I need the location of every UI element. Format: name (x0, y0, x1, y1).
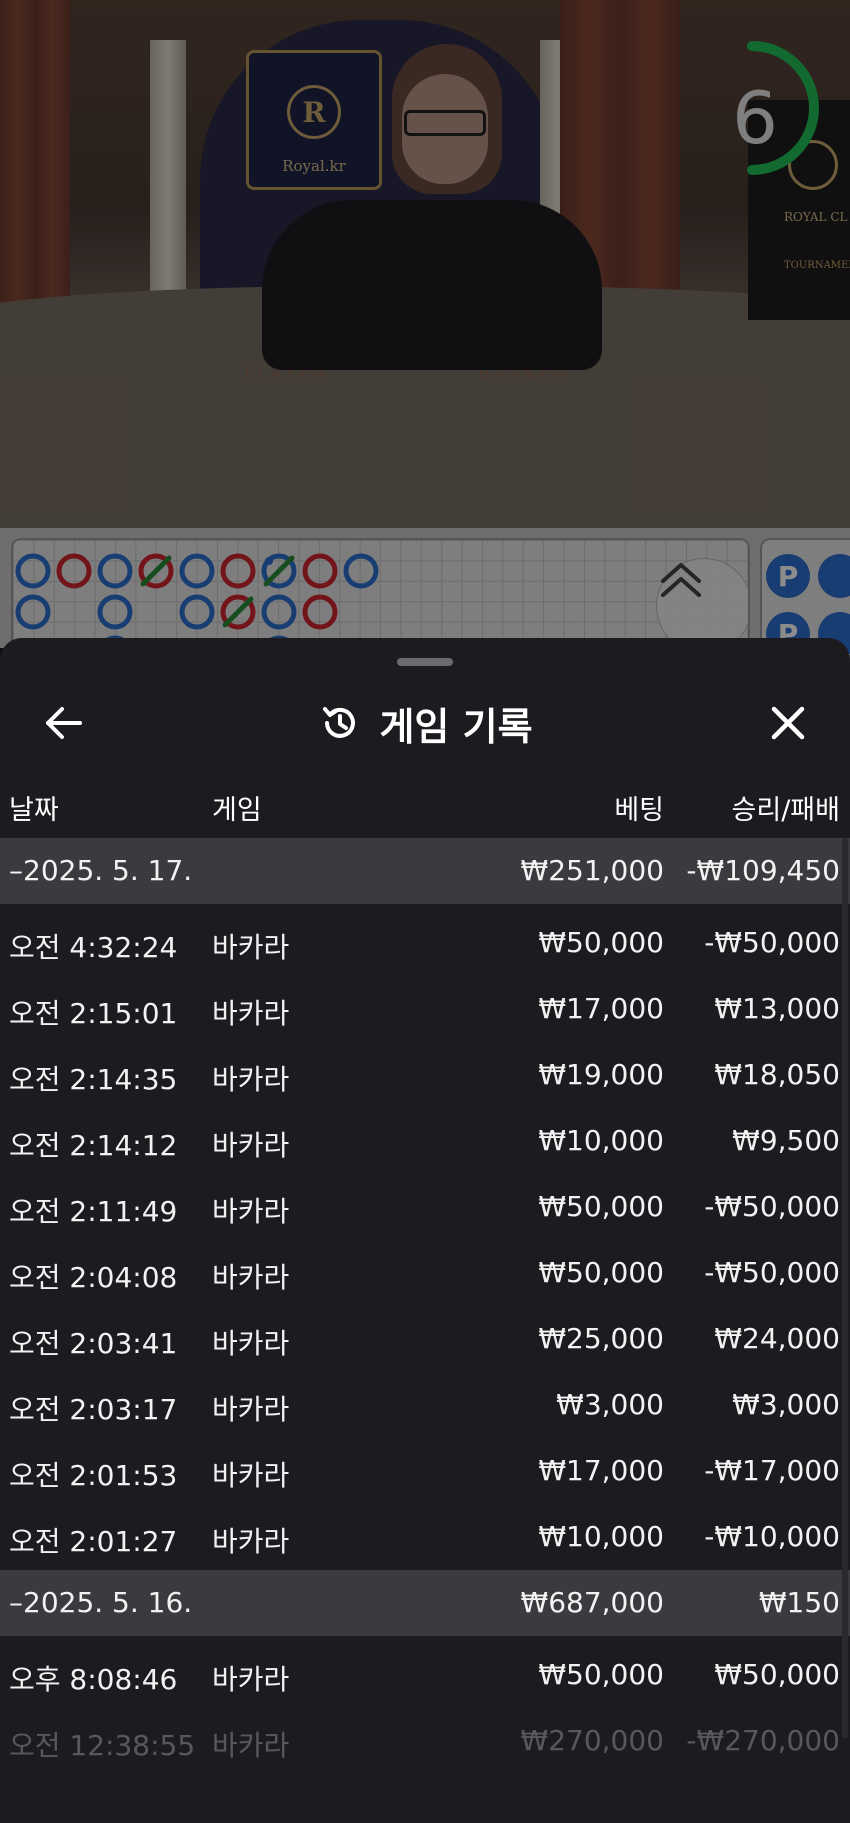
row-game: 바카라 (212, 1129, 290, 1162)
row-result: ₩13,000 (714, 992, 840, 1025)
row-result: ₩18,050 (714, 1058, 840, 1091)
row-game: 바카라 (212, 1663, 290, 1696)
game-history-sheet: 게임 기록 날짜 게임 베팅 승리/패배 –2025. 5. 17. ₩251,… (0, 638, 850, 1823)
row-game: 바카라 (212, 997, 290, 1030)
row-result: -₩270,000 (686, 1724, 840, 1757)
row-game: 바카라 (212, 1063, 290, 1096)
row-time: 오전 2:01:27 (9, 1525, 178, 1558)
table-header: 날짜 게임 베팅 승리/패배 (0, 788, 850, 838)
group-date: –2025. 5. 16. (9, 1586, 193, 1619)
history-row[interactable]: 오전 2:01:27 바카라 ₩10,000 -₩10,000 (0, 1504, 850, 1570)
back-button[interactable] (36, 700, 92, 746)
drag-handle[interactable] (397, 658, 453, 666)
row-game: 바카라 (212, 1729, 290, 1762)
history-row[interactable]: 오전 2:14:12 바카라 ₩10,000 ₩9,500 (0, 1108, 850, 1174)
row-bet: ₩17,000 (538, 992, 664, 1025)
close-button[interactable] (760, 700, 816, 746)
row-bet: ₩270,000 (520, 1724, 664, 1757)
row-time: 오전 2:15:01 (9, 997, 178, 1030)
history-list: –2025. 5. 17. ₩251,000 -₩109,450 오전 4:32… (0, 838, 850, 1774)
column-bet: 베팅 (614, 795, 664, 826)
column-date: 날짜 (9, 795, 59, 826)
row-result: -₩10,000 (704, 1520, 840, 1553)
row-result: ₩3,000 (732, 1388, 840, 1421)
modal-backdrop[interactable] (0, 0, 850, 660)
row-game: 바카라 (212, 1327, 290, 1360)
row-time: 오전 2:01:53 (9, 1459, 178, 1492)
row-bet: ₩17,000 (538, 1454, 664, 1487)
row-game: 바카라 (212, 1525, 290, 1558)
row-bet: ₩50,000 (538, 1190, 664, 1223)
history-row[interactable]: 오전 2:03:41 바카라 ₩25,000 ₩24,000 (0, 1306, 850, 1372)
group-bet-total: ₩687,000 (520, 1586, 664, 1619)
group-result-total: ₩150 (758, 1586, 840, 1619)
row-time: 오전 2:04:08 (9, 1261, 178, 1294)
row-result: ₩24,000 (714, 1322, 840, 1355)
row-bet: ₩3,000 (556, 1388, 664, 1421)
history-row[interactable]: 오전 2:01:53 바카라 ₩17,000 -₩17,000 (0, 1438, 850, 1504)
row-time: 오전 2:11:49 (9, 1195, 178, 1228)
row-result: ₩50,000 (714, 1658, 840, 1691)
history-row[interactable]: 오전 2:14:35 바카라 ₩19,000 ₩18,050 (0, 1042, 850, 1108)
row-time: 오전 4:32:24 (9, 931, 178, 964)
row-result: -₩17,000 (704, 1454, 840, 1487)
group-result-total: -₩109,450 (686, 854, 840, 887)
row-bet: ₩19,000 (538, 1058, 664, 1091)
row-bet: ₩50,000 (538, 1658, 664, 1691)
sheet-title: 게임 기록 (0, 688, 850, 758)
row-game: 바카라 (212, 931, 290, 964)
history-row[interactable]: 오전 4:32:24 바카라 ₩50,000 -₩50,000 (0, 910, 850, 976)
list-scrollbar[interactable] (842, 838, 848, 1738)
sheet-header: 게임 기록 (0, 688, 850, 758)
row-result: -₩50,000 (704, 1256, 840, 1289)
row-result: ₩9,500 (732, 1124, 840, 1157)
row-result: -₩50,000 (704, 926, 840, 959)
row-game: 바카라 (212, 1195, 290, 1228)
history-row[interactable]: 오후 8:08:46 바카라 ₩50,000 ₩50,000 (0, 1642, 850, 1708)
row-result: -₩50,000 (704, 1190, 840, 1223)
row-bet: ₩10,000 (538, 1124, 664, 1157)
row-time: 오전 12:38:55 (9, 1729, 196, 1762)
row-game: 바카라 (212, 1393, 290, 1426)
column-result: 승리/패배 (731, 795, 840, 826)
date-group-row[interactable]: –2025. 5. 16. ₩687,000 ₩150 (0, 1570, 850, 1636)
row-bet: ₩50,000 (538, 926, 664, 959)
date-group-row[interactable]: –2025. 5. 17. ₩251,000 -₩109,450 (0, 838, 850, 904)
row-bet: ₩50,000 (538, 1256, 664, 1289)
column-game: 게임 (212, 795, 262, 826)
group-bet-total: ₩251,000 (520, 854, 664, 887)
row-bet: ₩10,000 (538, 1520, 664, 1553)
history-row[interactable]: 오전 2:04:08 바카라 ₩50,000 -₩50,000 (0, 1240, 850, 1306)
history-row[interactable]: 오전 2:15:01 바카라 ₩17,000 ₩13,000 (0, 976, 850, 1042)
row-time: 오후 8:08:46 (9, 1663, 178, 1696)
row-time: 오전 2:14:35 (9, 1063, 178, 1096)
group-date: –2025. 5. 17. (9, 854, 193, 887)
row-game: 바카라 (212, 1261, 290, 1294)
row-bet: ₩25,000 (538, 1322, 664, 1355)
history-row[interactable]: 오전 12:38:55 바카라 ₩270,000 -₩270,000 (0, 1708, 850, 1774)
row-time: 오전 2:03:41 (9, 1327, 178, 1360)
row-time: 오전 2:14:12 (9, 1129, 178, 1162)
sheet-title-text: 게임 기록 (379, 704, 533, 749)
row-game: 바카라 (212, 1459, 290, 1492)
close-icon (771, 706, 805, 740)
history-row[interactable]: 오전 2:03:17 바카라 ₩3,000 ₩3,000 (0, 1372, 850, 1438)
row-time: 오전 2:03:17 (9, 1393, 178, 1426)
history-icon (323, 707, 356, 738)
arrow-left-icon (46, 707, 82, 739)
history-row[interactable]: 오전 2:11:49 바카라 ₩50,000 -₩50,000 (0, 1174, 850, 1240)
